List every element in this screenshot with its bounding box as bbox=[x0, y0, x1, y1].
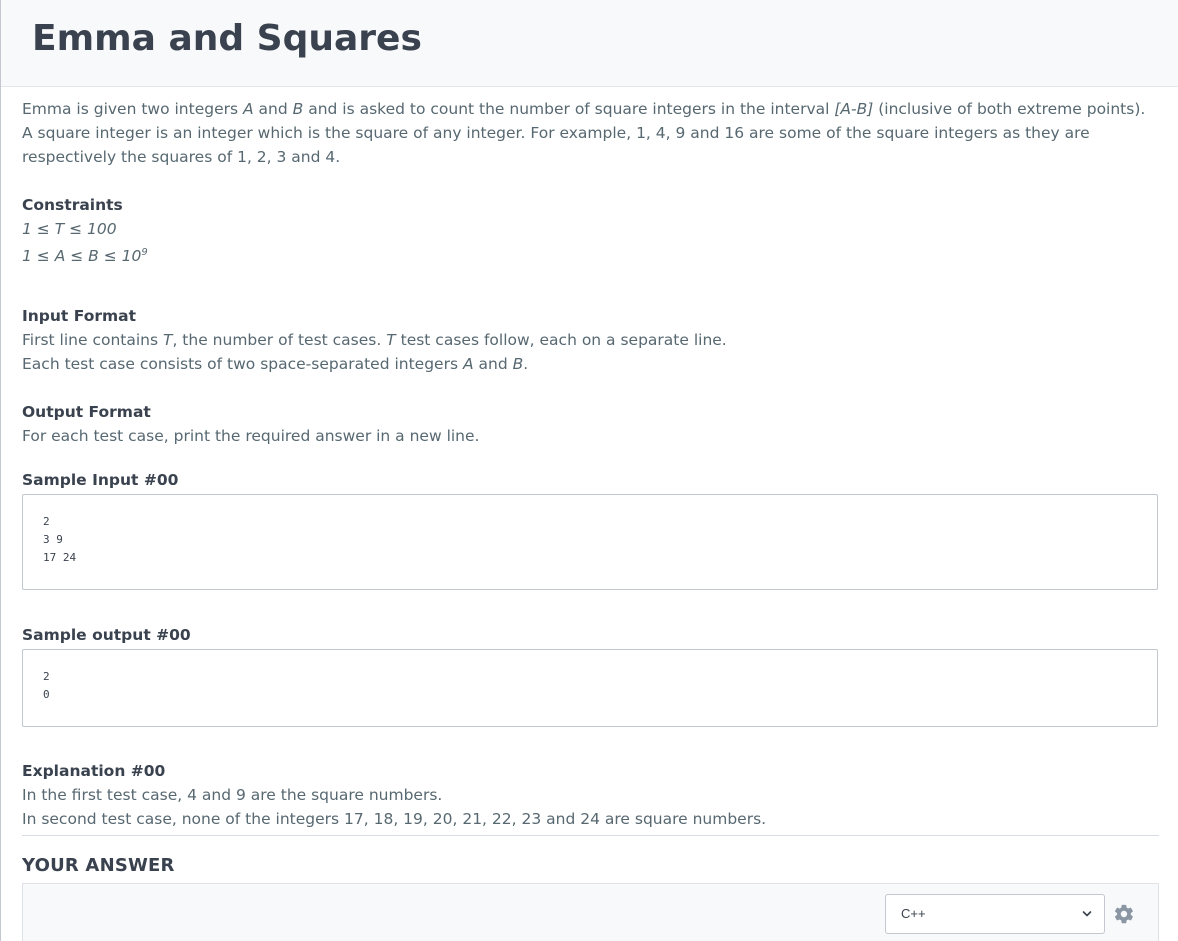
gear-icon[interactable] bbox=[1113, 903, 1135, 925]
text-run: , the number of test cases. bbox=[172, 331, 387, 350]
input-format-line1: First line contains T, the number of tes… bbox=[22, 328, 1158, 352]
interval-notation: [A-B] bbox=[834, 100, 874, 118]
text-run: Each test case consists of two space-sep… bbox=[22, 355, 463, 374]
input-format-heading: Input Format bbox=[22, 307, 137, 326]
intro-text: (inclusive of both extreme points). bbox=[873, 100, 1146, 118]
sample-input-code: 2 3 9 17 24 bbox=[22, 494, 1158, 591]
problem-page: Emma and Squares Emma is given two integ… bbox=[0, 0, 1178, 941]
problem-intro: Emma is given two integers A and B and i… bbox=[22, 97, 1158, 169]
intro-text: and is asked to count the number of squa… bbox=[303, 100, 835, 118]
input-format-section: Input Format First line contains T, the … bbox=[22, 304, 1158, 376]
constraint-ab: 1 ≤ A ≤ B ≤ 109 bbox=[22, 241, 1158, 268]
explanation-line2: In second test case, none of the integer… bbox=[22, 810, 767, 829]
constraints-heading: Constraints bbox=[22, 196, 123, 214]
var-a: A bbox=[462, 355, 474, 374]
intro-text: Emma is given two integers bbox=[22, 100, 243, 118]
text-run: and bbox=[473, 355, 513, 374]
sample-output-section: Sample output #00 2 0 bbox=[22, 623, 1158, 728]
constraint-ab-text: 1 ≤ A ≤ B ≤ 10 bbox=[22, 247, 142, 266]
sample-input-heading: Sample Input #00 bbox=[22, 471, 179, 490]
var-b: B bbox=[512, 355, 524, 374]
output-format-heading: Output Format bbox=[22, 403, 151, 422]
var-t: T bbox=[386, 331, 396, 350]
explanation-section: Explanation #00 In the first test case, … bbox=[22, 759, 1158, 831]
constraint-exponent: 9 bbox=[141, 247, 148, 258]
text-run: First line contains bbox=[22, 331, 163, 350]
sample-input-section: Sample Input #00 2 3 9 17 24 bbox=[22, 468, 1158, 591]
chevron-down-icon bbox=[1082, 911, 1092, 917]
language-select-value: C++ bbox=[901, 906, 926, 921]
constraints-section: Constraints 1 ≤ T ≤ 100 1 ≤ A ≤ B ≤ 109 bbox=[22, 193, 1158, 268]
explanation-line1: In the first test case, 4 and 9 are the … bbox=[22, 786, 443, 805]
problem-header: Emma and Squares bbox=[1, 0, 1178, 87]
explanation-heading: Explanation #00 bbox=[22, 762, 166, 781]
language-select[interactable]: C++ bbox=[885, 894, 1105, 934]
intro-text: A square integer is an integer which is … bbox=[22, 124, 1090, 166]
sample-output-code: 2 0 bbox=[22, 649, 1158, 728]
page-title: Emma and Squares bbox=[32, 18, 422, 59]
sample-output-heading: Sample output #00 bbox=[22, 626, 191, 645]
output-format-line1: For each test case, print the required a… bbox=[22, 427, 480, 446]
text-run: test cases follow, each on a separate li… bbox=[395, 331, 727, 350]
editor-toolbar: C++ bbox=[22, 883, 1159, 941]
output-format-section: Output Format For each test case, print … bbox=[22, 400, 1158, 448]
intro-text: and bbox=[253, 100, 293, 118]
text-run: . bbox=[523, 355, 529, 374]
var-b: B bbox=[292, 100, 304, 118]
constraint-t: 1 ≤ T ≤ 100 bbox=[22, 220, 117, 238]
your-answer-heading: YOUR ANSWER bbox=[22, 855, 175, 877]
input-format-line2: Each test case consists of two space-sep… bbox=[22, 352, 1158, 376]
section-divider bbox=[22, 835, 1159, 837]
problem-statement: Emma is given two integers A and B and i… bbox=[1, 87, 1178, 876]
var-a: A bbox=[243, 100, 254, 118]
